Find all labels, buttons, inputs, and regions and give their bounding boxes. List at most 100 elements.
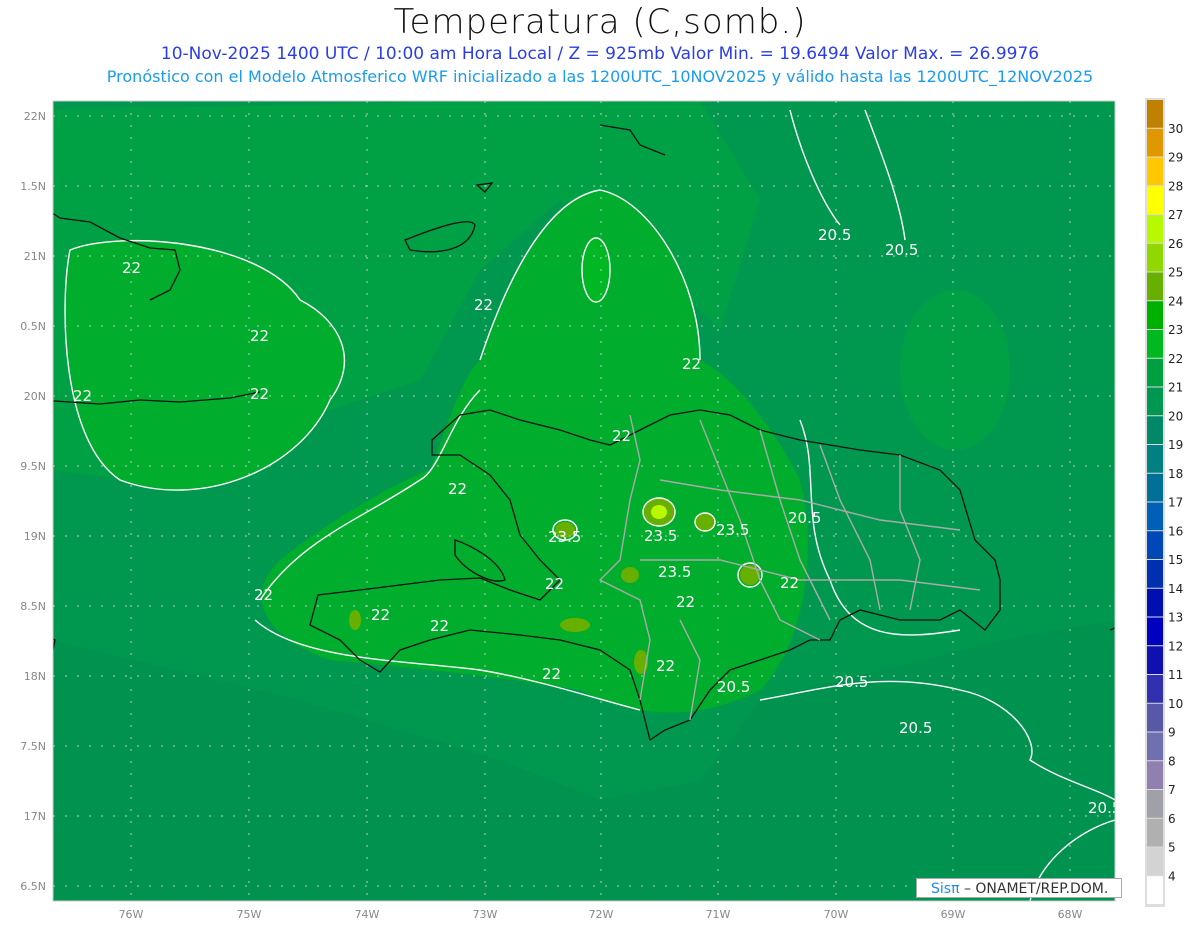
colorbar-label: 25 <box>1168 266 1183 280</box>
lat-label: 17N <box>24 810 46 823</box>
lon-label: 73W <box>473 908 498 921</box>
contour-label: 22 <box>254 586 273 604</box>
contour-label: 22 <box>448 480 467 498</box>
contour-label: 22 <box>542 665 561 683</box>
contour-label: 22 <box>682 355 701 373</box>
lat-label: 20N <box>24 390 46 403</box>
contour-label: 22 <box>780 574 799 592</box>
contour-label: 22 <box>545 575 564 593</box>
colorbar: 30 29 28 27 26 25 24 23 22 21 20 19 18 17 16 15 14 13 12 11… <box>1145 98 1183 907</box>
lon-label: 75W <box>237 908 262 921</box>
lat-label: 22N <box>24 110 46 123</box>
lat-label: 18N <box>24 670 46 683</box>
colorbar-segment <box>1147 675 1163 703</box>
lat-label: 19N <box>24 530 46 543</box>
colorbar-segment <box>1147 790 1163 818</box>
lon-label: 71W <box>706 908 731 921</box>
lon-label: 68W <box>1058 908 1083 921</box>
colorbar-label: 15 <box>1168 553 1183 567</box>
colorbar-label: 6 <box>1168 812 1176 826</box>
colorbar-segment <box>1147 301 1163 329</box>
temperature-map: 22 22 22 22 22 22 22 22 22 22 22 22 22 2… <box>20 98 1183 921</box>
colorbar-label: 16 <box>1168 524 1183 538</box>
colorbar-label: 23 <box>1168 323 1183 337</box>
colorbar-label: 5 <box>1168 841 1176 855</box>
longitude-labels: 76W 75W 74W 73W 72W 71W 70W 69W 68W <box>119 908 1083 921</box>
colorbar-label: 9 <box>1168 726 1176 740</box>
lon-label: 69W <box>941 908 966 921</box>
colorbar-segment <box>1147 445 1163 473</box>
lat-label: 9.5N <box>20 460 46 473</box>
credit-brand: Sisπ <box>931 881 960 897</box>
lon-label: 76W <box>119 908 144 921</box>
lat-label: 0.5N <box>20 320 46 333</box>
colorbar-segment <box>1147 128 1163 157</box>
contour-label: 20.5 <box>717 678 750 696</box>
colorbar-segment <box>1147 588 1163 617</box>
lat-label: 1.5N <box>20 180 46 193</box>
colorbar-segment <box>1147 215 1163 243</box>
colorbar-label: 4 <box>1168 869 1176 883</box>
shaded-field: 22 22 22 22 22 22 22 22 22 22 22 22 22 2… <box>53 101 1115 901</box>
colorbar-label: 11 <box>1168 668 1183 682</box>
contour-label: 23.5 <box>658 563 691 581</box>
lon-label: 70W <box>824 908 849 921</box>
colorbar-segment <box>1147 502 1163 531</box>
colorbar-label: 27 <box>1168 208 1183 222</box>
colorbar-label: 10 <box>1168 697 1183 711</box>
contour-label: 22 <box>250 327 269 345</box>
contour-label: 23.5 <box>716 521 749 539</box>
colorbar-label: 28 <box>1168 179 1183 193</box>
lat-label: 6.5N <box>20 880 46 893</box>
colorbar-label: 17 <box>1168 496 1183 510</box>
colorbar-label: 29 <box>1168 151 1183 165</box>
colorbar-segment <box>1147 473 1163 502</box>
colorbar-label: 22 <box>1168 352 1183 366</box>
colorbar-segment <box>1147 243 1163 272</box>
colorbar-segment <box>1147 157 1163 186</box>
lat-label: 21N <box>24 250 46 263</box>
contour-label: 20.5 <box>818 226 851 244</box>
credit-text: – ONAMET/REP.DOM. <box>959 881 1109 897</box>
contour-label: 23.5 <box>644 527 677 545</box>
lat-label: 8.5N <box>20 600 46 613</box>
contour-label: 22 <box>612 427 631 445</box>
colorbar-segment <box>1147 646 1163 674</box>
colorbar-segment <box>1147 416 1163 444</box>
contour-label: 20.5 <box>788 509 821 527</box>
colorbar-segment <box>1147 818 1163 847</box>
colorbar-label: 18 <box>1168 467 1183 481</box>
colorbar-segment <box>1147 703 1163 732</box>
colorbar-label: 20 <box>1168 409 1183 423</box>
contour-label: 22 <box>474 296 493 314</box>
colorbar-segment <box>1147 387 1163 416</box>
colorbar-segment <box>1147 358 1163 387</box>
colorbar-label: 24 <box>1168 294 1183 308</box>
colorbar-segment <box>1147 186 1163 214</box>
colorbar-label: 12 <box>1168 639 1183 653</box>
contour-label: 22 <box>250 385 269 403</box>
contour-label: 20.5 <box>899 719 932 737</box>
contour-label: 23.5 <box>548 528 581 546</box>
lon-label: 74W <box>355 908 380 921</box>
lon-label: 72W <box>589 908 614 921</box>
colorbar-label: 13 <box>1168 611 1183 625</box>
latitude-labels: 22N 1.5N 21N 0.5N 20N 9.5N 19N 8.5N 18N … <box>20 110 46 893</box>
colorbar-label: 14 <box>1168 582 1183 596</box>
colorbar-segment <box>1147 617 1163 646</box>
colorbar-label: 19 <box>1168 438 1183 452</box>
lat-label: 7.5N <box>20 740 46 753</box>
colorbar-segment <box>1147 531 1163 559</box>
colorbar-segment <box>1147 761 1163 789</box>
contour-label: 22 <box>122 259 141 277</box>
colorbar-segment <box>1147 876 1163 904</box>
contour-label: 20.5 <box>835 673 868 691</box>
contour-label: 22 <box>430 617 449 635</box>
colorbar-segment <box>1147 560 1163 588</box>
credit-box: Sisπ – ONAMET/REP.DOM. <box>916 878 1122 898</box>
colorbar-label: 26 <box>1168 237 1183 251</box>
colorbar-label: 30 <box>1168 122 1183 136</box>
colorbar-segment <box>1147 732 1163 761</box>
contour-label: 22 <box>656 657 675 675</box>
colorbar-segment <box>1147 330 1163 358</box>
